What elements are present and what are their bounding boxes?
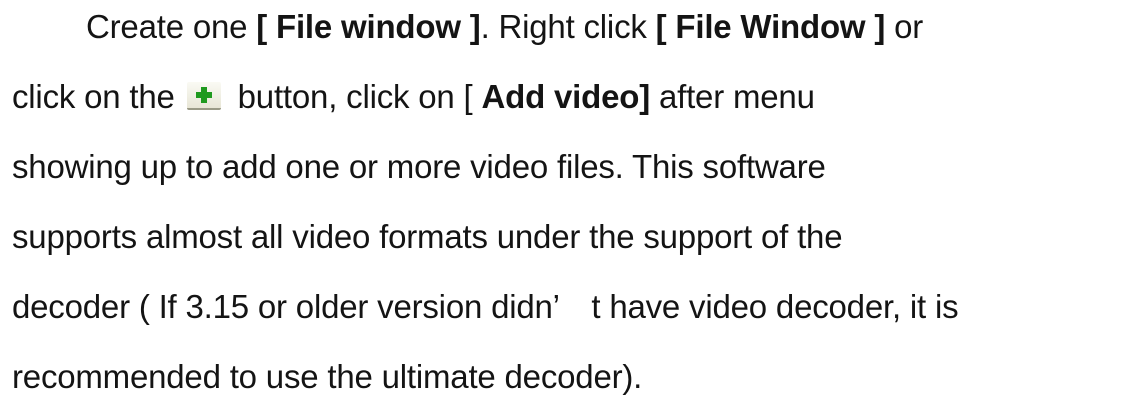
plus-icon-glyph	[195, 87, 212, 103]
document-paragraph: Create one [ File window ]. Right click …	[0, 0, 1127, 395]
text-segment: . Right click	[480, 8, 656, 45]
paragraph-line-5: decoder ( If 3.15 or older version didn’…	[12, 288, 959, 325]
text-segment: button, click on [	[228, 78, 482, 115]
plus-icon	[186, 82, 221, 110]
text-segment: after menu	[650, 78, 815, 115]
paragraph-line-1: Create one [ File window ]. Right click …	[12, 0, 1123, 62]
paragraph-line-2: click on the button, click on [ Add vide…	[12, 62, 1123, 132]
paragraph-line-4: supports almost all video formats under …	[12, 218, 843, 255]
file-window-label: [ File Window ]	[655, 8, 886, 45]
paragraph-line-6: recommended to use the ultimate decoder)…	[12, 358, 643, 395]
file-window-label: [ File window ]	[256, 8, 481, 45]
add-video-label: Add video]	[481, 78, 651, 115]
text-segment: Create one	[86, 8, 257, 45]
paragraph-line-3: showing up to add one or more video file…	[12, 148, 826, 185]
text-segment: or	[885, 8, 924, 45]
text-segment: click on the	[12, 78, 175, 115]
